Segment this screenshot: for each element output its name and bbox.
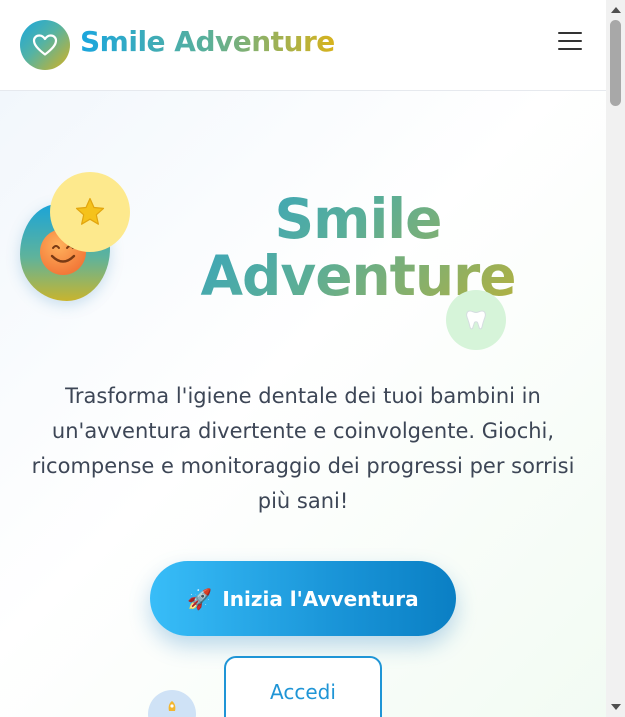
star-bubble — [50, 172, 130, 252]
rocket-bubble — [148, 690, 196, 717]
login-label: Accedi — [270, 680, 336, 704]
scroll-down-icon[interactable] — [611, 704, 621, 710]
star-icon — [75, 197, 105, 225]
scrollbar-thumb[interactable] — [610, 20, 621, 106]
hamburger-menu-icon[interactable] — [558, 32, 582, 50]
rocket-icon: 🚀 — [187, 586, 213, 611]
hero-title-line1: Smile — [274, 187, 442, 251]
hero-title: Smile Adventure — [140, 191, 576, 305]
tooth-icon — [466, 310, 486, 330]
hero-section: Smile Adventure Trasforma l'igiene denta… — [0, 91, 606, 717]
logo[interactable] — [20, 20, 70, 70]
site-header: Smile Adventure — [0, 0, 606, 91]
start-adventure-button[interactable]: 🚀 Inizia l'Avventura — [150, 561, 456, 636]
vertical-scrollbar[interactable] — [606, 0, 625, 717]
tooth-bubble — [446, 290, 506, 350]
start-adventure-label: Inizia l'Avventura — [222, 586, 419, 611]
login-button[interactable]: Accedi — [224, 656, 382, 717]
brand-name[interactable]: Smile Adventure — [80, 25, 335, 58]
scroll-up-icon[interactable] — [611, 7, 621, 13]
hero-description: Trasforma l'igiene dentale dei tuoi bamb… — [31, 384, 575, 513]
rocket-icon — [168, 701, 176, 711]
heart-icon — [32, 34, 58, 56]
